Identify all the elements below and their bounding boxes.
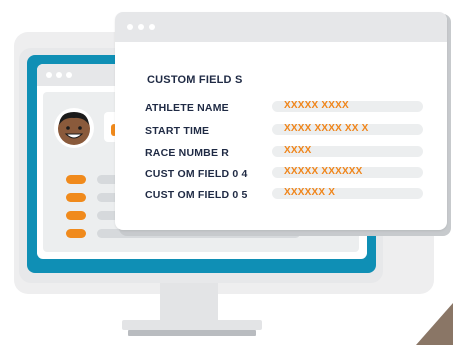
window-dot-icon[interactable] [127,24,133,30]
field-value-text: XXXX [284,145,312,156]
monitor-stand-neck [160,283,218,321]
field-value-custom-field-04[interactable]: XXXXX XXXXXX [272,166,423,178]
list-bullet [66,211,86,220]
monitor-stand-shadow [128,330,256,336]
custom-fields-panel: CUSTOM FIELD S ATHLETE NAME XXXXX XXXX S… [115,12,447,230]
window-dot-icon[interactable] [138,24,144,30]
corner-decoration [416,303,453,345]
field-label-custom-field-04: CUST OM FIELD 0 4 [145,168,248,180]
field-value-custom-field-05[interactable]: XXXXXX X [272,187,423,199]
window-dot-icon[interactable] [56,72,62,78]
field-value-race-number[interactable]: XXXX [272,145,423,157]
field-value-text: XXXX XXXX XX X [284,123,369,134]
list-bullet [66,193,86,202]
user-avatar-icon[interactable] [54,108,94,148]
field-value-text: XXXXXX X [284,187,336,198]
monitor-stand-base [122,320,262,330]
list-bullet [66,175,86,184]
field-label-athlete-name: ATHLETE NAME [145,102,229,114]
window-dot-icon[interactable] [46,72,52,78]
window-dot-icon[interactable] [66,72,72,78]
field-label-start-time: START TIME [145,125,210,137]
panel-title: CUSTOM FIELD S [147,74,243,86]
field-value-start-time[interactable]: XXXX XXXX XX X [272,123,423,135]
field-label-race-number: RACE NUMBE R [145,147,230,159]
window-dot-icon[interactable] [149,24,155,30]
field-label-custom-field-05: CUST OM FIELD 0 5 [145,189,248,201]
panel-titlebar [115,12,447,42]
field-value-athlete-name[interactable]: XXXXX XXXX [272,100,423,112]
field-value-text: XXXXX XXXX [284,100,349,111]
field-value-text: XXXXX XXXXXX [284,166,363,177]
list-bullet [66,229,86,238]
